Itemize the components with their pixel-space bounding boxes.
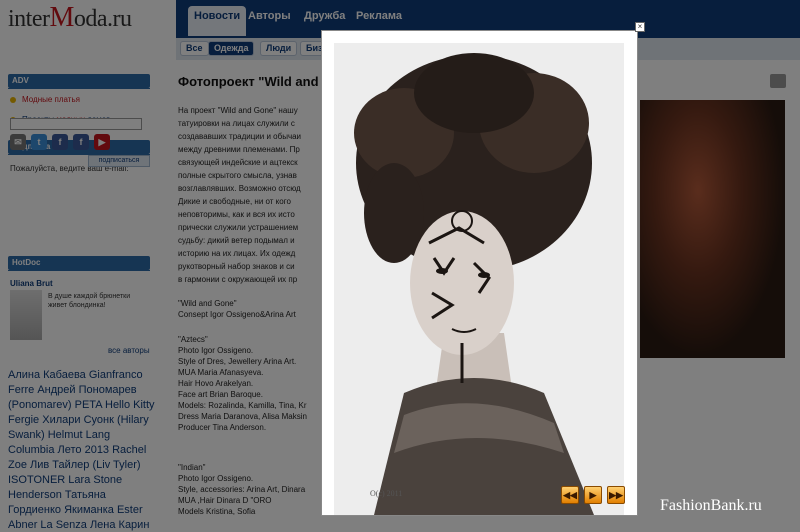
play-button[interactable]: ▶ — [584, 486, 602, 504]
watermark: FashionBank.ru — [660, 497, 762, 514]
lightbox: O(c) 2011 — [321, 30, 638, 516]
lightbox-photo: O(c) 2011 — [334, 43, 624, 515]
photo-signature: O(c) 2011 — [370, 489, 403, 498]
next-button[interactable]: ▶▶ — [607, 486, 625, 504]
close-icon[interactable]: × — [635, 22, 645, 32]
previous-button[interactable]: ◀◀ — [561, 486, 579, 504]
portrait-illustration — [334, 43, 624, 515]
